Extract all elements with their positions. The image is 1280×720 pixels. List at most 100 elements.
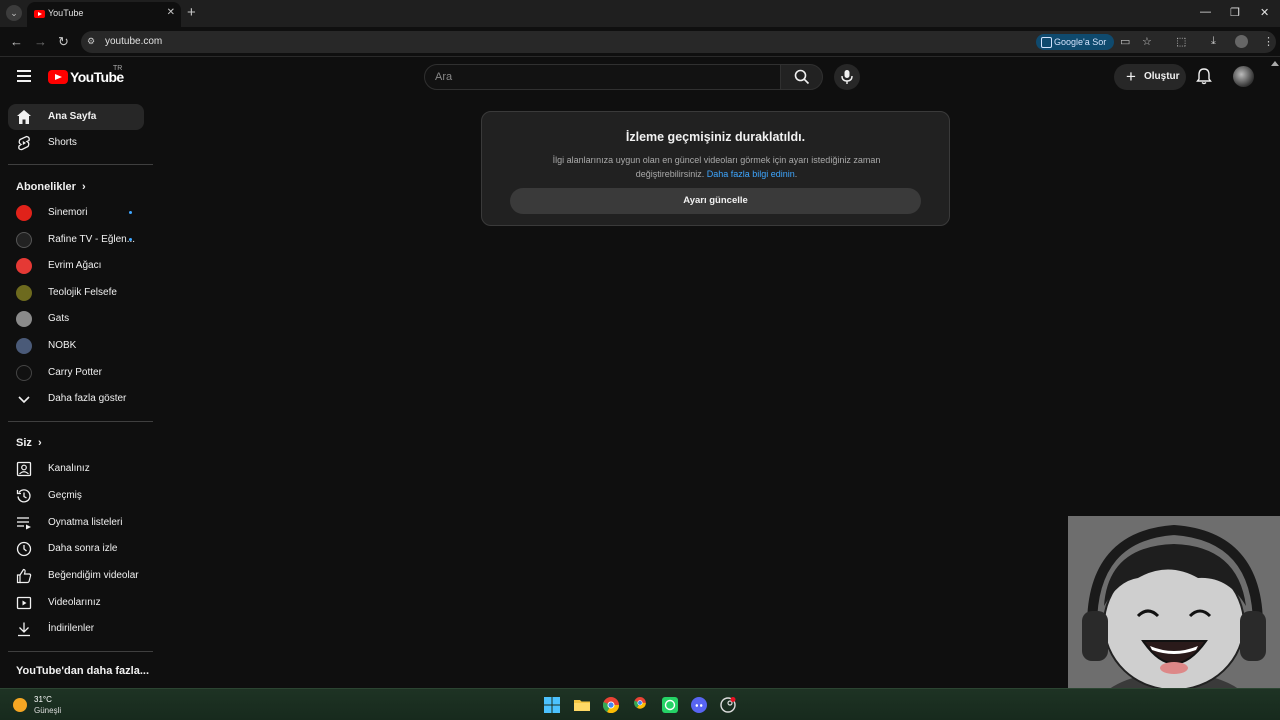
close-window-icon[interactable]: ✕ (1260, 6, 1269, 19)
learn-more-link[interactable]: Daha fazla bilgi edinin (707, 169, 795, 179)
tab-search-button[interactable]: ⌄ (6, 5, 22, 21)
sidebar-item-channel[interactable]: Sinemori (8, 200, 144, 226)
sidebar-divider (8, 164, 153, 165)
channel-name: Sinemori (48, 207, 88, 218)
sidebar-item-channel[interactable]: Teolojik Felsefe (8, 280, 144, 306)
history-paused-notice: İzleme geçmişiniz duraklatıldı. İlgi ala… (481, 111, 950, 226)
voice-search-button[interactable] (834, 64, 860, 90)
channel-name: Gats (48, 313, 70, 324)
download-icon (18, 622, 30, 637)
back-icon[interactable]: ← (10, 34, 23, 49)
update-setting-button[interactable]: Ayarı güncelle (510, 188, 921, 214)
windows-taskbar: 31°C Güneşli (0, 688, 1280, 720)
discord-icon[interactable] (691, 697, 707, 713)
chrome-icon[interactable] (603, 697, 619, 713)
chrome-profile-icon[interactable] (632, 697, 648, 713)
subscriptions-header[interactable]: Abonelikler › (16, 181, 86, 193)
sidebar-item-channel[interactable]: Gats (8, 306, 144, 332)
sidebar-item-your-channel[interactable]: Kanalınız (8, 456, 144, 482)
scrollbar-up-arrow[interactable] (1271, 61, 1279, 66)
sidebar-item-label: Kanalınız (48, 463, 90, 474)
profile-avatar[interactable] (1235, 35, 1248, 48)
cast-icon[interactable]: ▭ (1120, 35, 1130, 48)
new-tab-button[interactable]: + (187, 4, 196, 22)
new-content-dot (129, 211, 132, 214)
search-button[interactable] (780, 64, 823, 90)
sidebar-item-history[interactable]: Geçmiş (8, 483, 144, 509)
whatsapp-icon[interactable] (662, 697, 678, 713)
restore-icon[interactable]: ❐ (1230, 6, 1240, 19)
channel-avatar (16, 285, 32, 301)
tab-title: YouTube (48, 8, 84, 18)
channel-avatar (16, 365, 32, 381)
channel-avatar (16, 232, 32, 248)
tab-youtube[interactable]: YouTube ✕ (27, 2, 181, 27)
channel-name: Carry Potter (48, 367, 102, 378)
account-avatar[interactable] (1233, 66, 1254, 87)
search-box (424, 64, 781, 90)
extensions-icon[interactable]: ⬚ (1176, 35, 1186, 48)
plus-icon: + (1126, 67, 1136, 86)
create-button[interactable]: + Oluştur (1114, 64, 1186, 90)
bookmark-star-icon[interactable]: ☆ (1142, 35, 1152, 48)
url-text: youtube.com (105, 36, 163, 47)
sidebar-item-channel[interactable]: Evrim Ağacı (8, 253, 144, 279)
thumbs-up-icon (16, 568, 32, 584)
you-header[interactable]: Siz › (16, 437, 42, 449)
minimize-icon[interactable]: — (1200, 6, 1211, 18)
address-bar[interactable]: ⚙ youtube.com Google'a Sor ▭ ☆ (81, 31, 1276, 53)
clock-icon (16, 541, 32, 557)
sidebar-item-watch-later[interactable]: Daha sonra izle (8, 536, 144, 562)
sidebar-item-show-more[interactable]: Daha fazla göster (8, 386, 144, 412)
home-icon (17, 110, 31, 124)
channel-avatar (16, 205, 32, 221)
forward-icon[interactable]: → (34, 34, 47, 49)
steam-icon[interactable] (720, 697, 736, 713)
sidebar-item-label: Beğendiğim videolar (48, 570, 139, 581)
sidebar-item-playlists[interactable]: Oynatma listeleri (8, 510, 144, 536)
sidebar-divider (8, 651, 153, 652)
weather-temperature[interactable]: 31°C (34, 695, 52, 704)
account-box-icon (16, 461, 32, 477)
download-icon[interactable]: ⤓ (1211, 35, 1216, 48)
sidebar-item-channel[interactable]: Carry Potter (8, 360, 144, 386)
windows-start-icon[interactable] (544, 697, 560, 713)
sidebar-item-your-videos[interactable]: Videolarınız (8, 590, 144, 616)
channel-name: Teolojik Felsefe (48, 287, 117, 298)
sidebar-item-label: Videolarınız (48, 597, 101, 608)
weather-description[interactable]: Güneşli (34, 706, 61, 715)
tab-close-icon[interactable]: ✕ (167, 7, 175, 18)
chevron-down-icon (18, 396, 30, 404)
sidebar-item-home[interactable]: Ana Sayfa (8, 104, 144, 130)
file-explorer-icon[interactable] (574, 697, 590, 713)
sidebar-item-label: İndirilenler (48, 623, 95, 634)
youtube-play-icon (48, 70, 68, 84)
google-ask-button[interactable]: Google'a Sor (1036, 34, 1114, 50)
video-icon (16, 596, 32, 610)
site-info-icon[interactable]: ⚙ (87, 36, 95, 47)
mic-icon (841, 70, 853, 84)
channel-avatar (16, 338, 32, 354)
guide-menu-icon[interactable] (17, 70, 31, 82)
sun-icon[interactable] (13, 698, 27, 712)
sidebar-item-channel[interactable]: Rafine TV - Eğlen... (8, 227, 144, 253)
sidebar-item-channel[interactable]: NOBK (8, 333, 144, 359)
sidebar-item-label: Daha sonra izle (48, 543, 118, 554)
sidebar-item-shorts[interactable]: Shorts (8, 130, 144, 156)
region-code: TR (113, 65, 123, 72)
browser-menu-icon[interactable]: ⋮ (1263, 35, 1274, 48)
sidebar-item-label: Oynatma listeleri (48, 517, 123, 528)
notifications-bell-icon[interactable] (1196, 67, 1212, 85)
reload-icon[interactable]: ↻ (58, 34, 69, 50)
search-icon (794, 69, 810, 85)
sidebar-item-label: Daha fazla göster (48, 393, 127, 404)
browser-toolbar: ← → ↻ ⚙ youtube.com Google'a Sor ▭ ☆ ⬚ ⤓… (0, 27, 1280, 57)
browser-tab-strip: ⌄ YouTube ✕ + — ❐ ✕ (0, 0, 1280, 27)
more-from-youtube-header: YouTube'dan daha fazla... (16, 665, 149, 677)
sidebar-item-label: Shorts (48, 137, 77, 148)
channel-name: NOBK (48, 340, 77, 351)
channel-avatar (16, 258, 32, 274)
sidebar-item-liked-videos[interactable]: Beğendiğim videolar (8, 563, 144, 589)
search-input[interactable] (435, 71, 765, 83)
sidebar-item-downloads[interactable]: İndirilenler (8, 616, 144, 642)
